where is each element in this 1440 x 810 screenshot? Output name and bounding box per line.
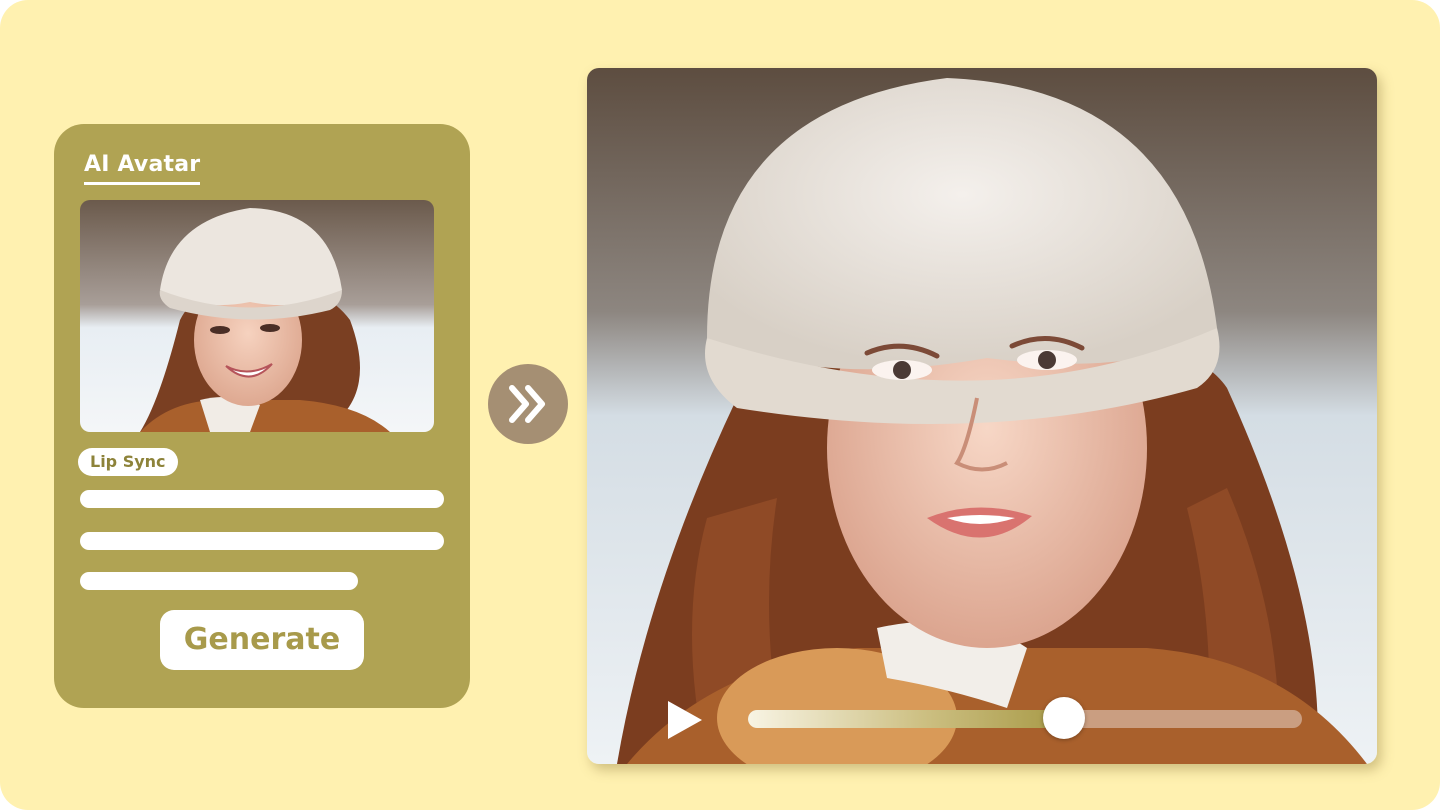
script-line-placeholder (80, 490, 444, 508)
arrow-connector (488, 364, 568, 444)
script-line-placeholder (80, 532, 444, 550)
generate-button[interactable]: Generate (160, 610, 364, 670)
video-player[interactable] (587, 68, 1377, 764)
avatar-thumbnail (80, 200, 434, 432)
video-frame (587, 68, 1377, 764)
canvas: AI Avatar Lip Sync Generate (0, 0, 1440, 810)
double-chevron-right-icon (509, 385, 545, 423)
progress-track[interactable] (748, 710, 1302, 728)
script-line-placeholder (80, 572, 358, 590)
lip-sync-tag: Lip Sync (78, 448, 178, 476)
panel-title: AI Avatar (84, 152, 201, 185)
play-icon[interactable] (662, 698, 706, 742)
progress-fill (748, 710, 1064, 728)
progress-knob[interactable] (1042, 697, 1085, 739)
avatar-panel: AI Avatar Lip Sync Generate (54, 124, 470, 708)
